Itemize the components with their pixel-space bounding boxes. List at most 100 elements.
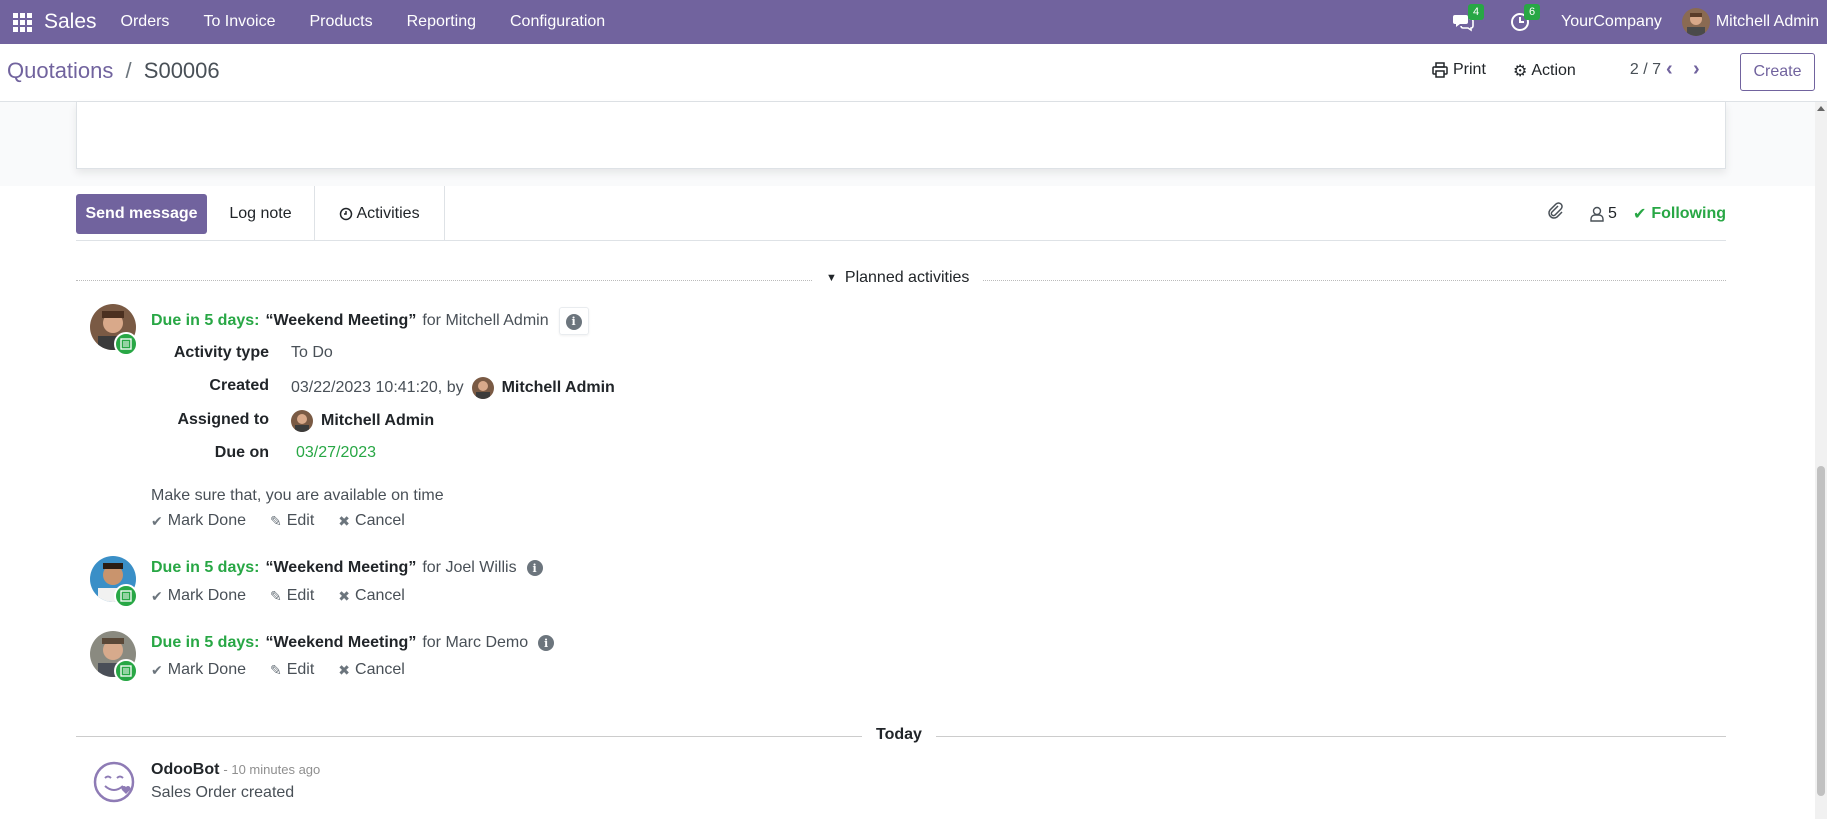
creator-name[interactable]: Mitchell Admin	[502, 379, 615, 397]
pencil-icon: ✎	[269, 512, 282, 529]
activity-summary: Due in 5 days: “Weekend Meeting” for Joe…	[151, 559, 543, 577]
print-label: Print	[1453, 61, 1486, 78]
send-message-button[interactable]: Send message	[76, 194, 207, 234]
scrollbar-thumb[interactable]	[1817, 466, 1825, 796]
form-sheet	[76, 102, 1726, 169]
activity-info-toggle[interactable]: i	[558, 307, 589, 335]
activity-due: Due in 5 days:	[151, 559, 260, 576]
cancel-label: Cancel	[355, 587, 405, 604]
message-author[interactable]: OdooBot	[151, 761, 219, 778]
user-menu[interactable]: Mitchell Admin	[1681, 8, 1819, 36]
action-label: Action	[1531, 62, 1576, 79]
activity-title: “Weekend Meeting”	[265, 312, 417, 329]
check-icon: ✔	[151, 512, 163, 529]
company-switcher[interactable]: YourCompany	[1561, 13, 1662, 31]
menu-reporting[interactable]: Reporting	[407, 13, 476, 31]
menu-orders[interactable]: Orders	[121, 13, 170, 31]
odoobot-avatar	[92, 760, 136, 804]
mark-done-button[interactable]: ✔ Mark Done	[151, 587, 246, 605]
cancel-button[interactable]: ✖ Cancel	[338, 587, 405, 605]
print-icon	[1432, 62, 1448, 78]
menu-to-invoice[interactable]: To Invoice	[203, 13, 275, 31]
edit-label: Edit	[286, 587, 315, 604]
paperclip-icon[interactable]	[1546, 202, 1564, 225]
pager-value[interactable]: 2 / 7	[1630, 61, 1661, 79]
due-on-value: 03/27/2023	[296, 444, 377, 461]
cancel-label: Cancel	[355, 512, 405, 529]
pencil-icon: ✎	[269, 587, 282, 604]
user-name: Mitchell Admin	[1715, 13, 1819, 30]
assignee-name[interactable]: Mitchell Admin	[321, 412, 434, 430]
cancel-label: Cancel	[355, 661, 405, 678]
message-header: OdooBot - 10 minutes ago	[151, 761, 320, 779]
chevron-left-icon[interactable]: ‹	[1666, 58, 1673, 81]
edit-button[interactable]: ✎ Edit	[270, 661, 314, 679]
activity-due: Due in 5 days:	[151, 312, 260, 329]
page-scrollbar[interactable]	[1815, 102, 1827, 819]
created-date: 03/22/2023 10:41:20, by	[291, 379, 464, 396]
activities-button[interactable]: Activities	[315, 186, 445, 241]
chevron-right-icon[interactable]: ›	[1693, 58, 1700, 81]
info-icon[interactable]: i	[526, 560, 543, 576]
close-icon: ✖	[338, 587, 351, 604]
activities-count-badge: 6	[1524, 4, 1541, 20]
edit-button[interactable]: ✎ Edit	[270, 587, 314, 605]
mark-done-label: Mark Done	[167, 587, 246, 604]
print-button[interactable]: Print	[1432, 61, 1486, 79]
check-icon: ✔	[1632, 205, 1647, 223]
assigned-to-label: Assigned to	[177, 411, 269, 428]
app-name[interactable]: Sales	[44, 10, 97, 34]
activity-note: Make sure that, you are available on tim…	[151, 487, 444, 504]
create-button[interactable]: Create	[1740, 53, 1815, 91]
messaging-menu[interactable]: 4	[1449, 0, 1485, 44]
breadcrumb: Quotations / S00006	[7, 58, 220, 84]
mark-done-button[interactable]: ✔ Mark Done	[151, 661, 246, 679]
followers-count: 5	[1608, 204, 1617, 222]
assigned-to-value: Mitchell Admin	[291, 410, 434, 432]
breadcrumb-separator: /	[125, 58, 132, 83]
activity-due: Due in 5 days:	[151, 634, 260, 651]
due-on-label: Due on	[214, 444, 269, 461]
log-note-button[interactable]: Log note	[207, 186, 315, 241]
created-label: Created	[209, 377, 269, 394]
cancel-button[interactable]: ✖ Cancel	[338, 661, 405, 679]
mark-done-button[interactable]: ✔ Mark Done	[151, 512, 246, 530]
edit-label: Edit	[286, 661, 315, 678]
cancel-button[interactable]: ✖ Cancel	[338, 512, 405, 530]
following-button[interactable]: ✔ Following	[1633, 204, 1726, 224]
activity-actions: ✔ Mark Done ✎ Edit ✖ Cancel	[151, 512, 429, 530]
activity-assignee: for Mitchell Admin	[422, 312, 549, 329]
action-button[interactable]: ⚙ Action	[1513, 61, 1576, 81]
info-icon: i	[565, 313, 582, 330]
activities-label: Activities	[356, 204, 420, 222]
caret-down-icon: ▼	[826, 272, 837, 284]
check-icon: ✔	[151, 587, 163, 604]
breadcrumb-quotations[interactable]: Quotations	[7, 58, 113, 83]
following-label: Following	[1651, 204, 1726, 222]
creator-avatar	[471, 377, 494, 399]
info-icon[interactable]: i	[538, 635, 555, 651]
activity-actions: ✔ Mark Done ✎ Edit ✖ Cancel	[151, 587, 429, 605]
apps-menu-icon[interactable]	[0, 0, 44, 44]
followers-button[interactable]: 5	[1590, 205, 1617, 223]
created-value: 03/22/2023 10:41:20, by Mitchell Admin	[291, 377, 615, 399]
menu-configuration[interactable]: Configuration	[510, 13, 605, 31]
close-icon: ✖	[338, 661, 351, 678]
activity-menu[interactable]: 6	[1505, 0, 1541, 44]
chatter-topbar: Send message Log note Activities 5 ✔ Fol…	[76, 186, 1726, 241]
activity-type-value: To Do	[291, 344, 333, 361]
messages-count-badge: 4	[1468, 4, 1485, 20]
edit-button[interactable]: ✎ Edit	[270, 512, 314, 530]
scroll-up-icon[interactable]	[1817, 106, 1825, 111]
edit-label: Edit	[286, 512, 315, 529]
message-date: - 10 minutes ago	[223, 762, 321, 777]
planned-activities-toggle[interactable]: ▼ Planned activities	[812, 269, 984, 287]
menu-products[interactable]: Products	[309, 13, 372, 31]
activity-title: “Weekend Meeting”	[265, 559, 417, 576]
activity-actions: ✔ Mark Done ✎ Edit ✖ Cancel	[151, 661, 429, 679]
check-icon: ✔	[151, 661, 163, 678]
mark-done-label: Mark Done	[167, 512, 246, 529]
mark-done-label: Mark Done	[167, 661, 246, 678]
user-avatar	[1681, 8, 1710, 36]
activity-summary: Due in 5 days: “Weekend Meeting” for Mit…	[151, 307, 589, 335]
